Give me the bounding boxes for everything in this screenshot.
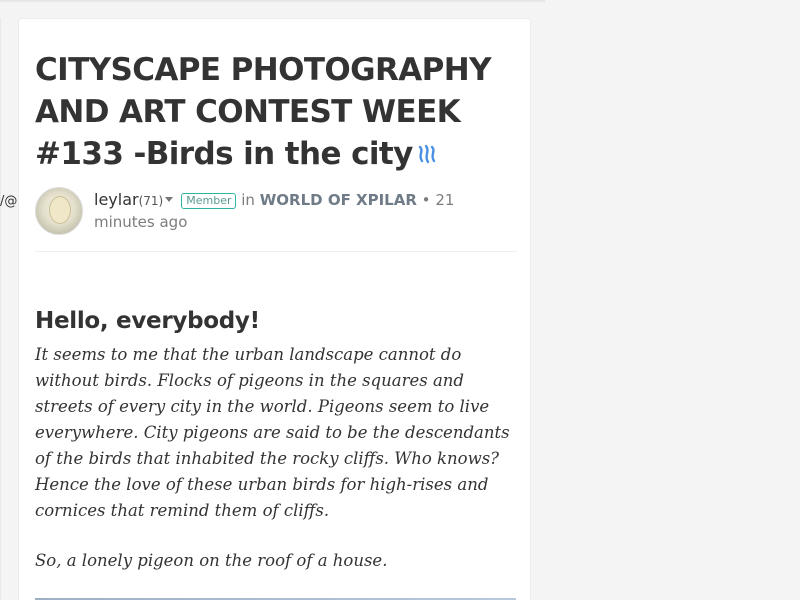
avatar-image bbox=[49, 196, 71, 224]
in-label: in bbox=[241, 191, 255, 209]
body-heading: Hello, everybody! bbox=[35, 308, 260, 334]
author-name[interactable]: leylar bbox=[94, 190, 139, 209]
steem-icon bbox=[418, 144, 435, 164]
post-meta: leylar(71) Member in WORLD OF XPILAR • 21… bbox=[94, 189, 514, 233]
author-row: leylar(71) Member in WORLD OF XPILAR • 21… bbox=[35, 187, 517, 245]
top-bar-shadow bbox=[0, 0, 545, 3]
post-title: CITYSCAPE PHOTOGRAPHY AND ART CONTEST WE… bbox=[35, 49, 525, 175]
member-badge: Member bbox=[181, 193, 237, 209]
avatar[interactable] bbox=[35, 187, 83, 235]
post-card: CITYSCAPE PHOTOGRAPHY AND ART CONTEST WE… bbox=[18, 18, 531, 600]
community-link[interactable]: WORLD OF XPILAR bbox=[260, 191, 417, 209]
body-paragraph-1: It seems to me that the urban landscape … bbox=[35, 345, 510, 520]
divider bbox=[35, 251, 517, 252]
left-panel-text-fragment: /@ bbox=[0, 194, 18, 209]
separator-dot: • bbox=[421, 191, 431, 209]
body-paragraph-2: So, a lonely pigeon on the roof of a hou… bbox=[35, 551, 388, 570]
author-reputation: (71) bbox=[138, 194, 164, 208]
chevron-down-icon[interactable] bbox=[165, 197, 174, 202]
left-sidebar-panel bbox=[0, 18, 1, 600]
